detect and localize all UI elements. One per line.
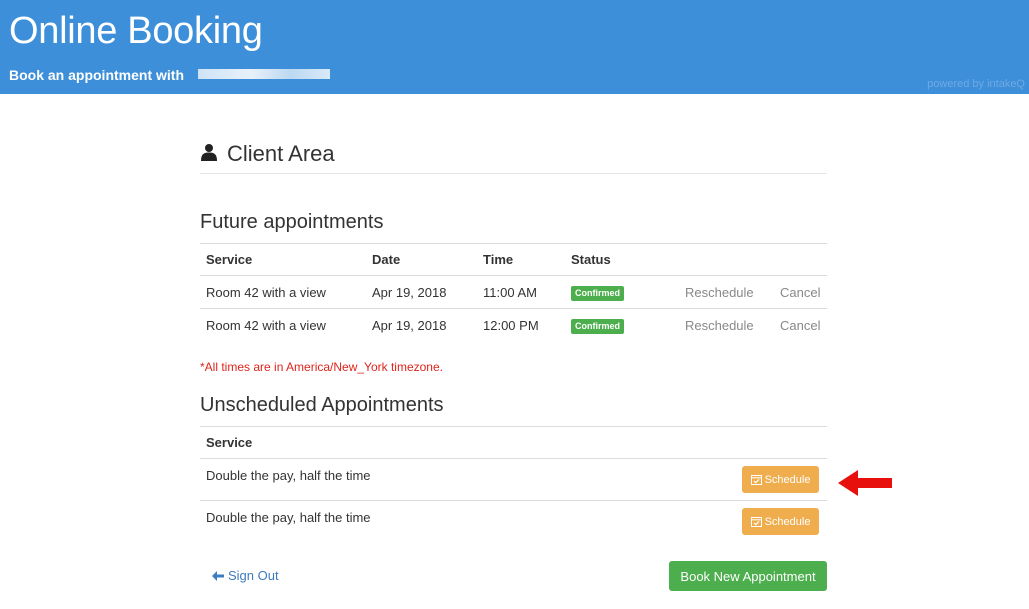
site-title: Online Booking — [9, 10, 263, 52]
row-service: Room 42 with a view — [200, 308, 366, 342]
row-service: Room 42 with a view — [200, 275, 366, 309]
powered-by-label[interactable]: powered by intakeQ — [927, 78, 1025, 90]
col-service: Service — [200, 243, 366, 276]
row-time: 12:00 PM — [477, 308, 565, 342]
col-reschedule — [679, 243, 774, 276]
reschedule-link[interactable]: Reschedule — [679, 308, 774, 342]
calendar-check-icon — [750, 517, 762, 527]
reschedule-link[interactable]: Reschedule — [679, 275, 774, 309]
sign-out-label: Sign Out — [228, 568, 279, 583]
client-area-title: Client Area — [227, 141, 335, 166]
row-date: Apr 19, 2018 — [366, 308, 477, 342]
table-row: Room 42 with a view Apr 19, 2018 12:00 P… — [200, 308, 827, 342]
client-area-heading: Client Area — [200, 141, 827, 174]
row-date: Apr 19, 2018 — [366, 275, 477, 309]
calendar-check-icon — [750, 475, 762, 485]
col-service: Service — [200, 426, 827, 459]
red-arrow-annotation-icon — [838, 470, 892, 496]
redacted-provider-name — [198, 69, 330, 79]
col-time: Time — [477, 243, 565, 276]
col-status: Status — [565, 243, 679, 276]
future-appointments-title: Future appointments — [200, 211, 384, 233]
row-status: Confirmed — [565, 308, 679, 342]
status-badge: Confirmed — [571, 285, 624, 301]
schedule-button-label: Schedule — [764, 473, 811, 486]
row-status: Confirmed — [565, 275, 679, 309]
unscheduled-row-cell: Double the pay, half the time Schedule — [200, 500, 827, 543]
col-cancel — [774, 243, 827, 276]
table-row: Double the pay, half the time Schedule — [200, 500, 827, 543]
unscheduled-appointments-table: Service Double the pay, half the time Sc… — [200, 426, 827, 543]
site-subtitle: Book an appointment with — [9, 67, 184, 83]
timezone-note: *All times are in America/New_York timez… — [200, 360, 443, 374]
status-badge: Confirmed — [571, 318, 624, 334]
cancel-link[interactable]: Cancel — [774, 308, 827, 342]
unscheduled-appointments-title: Unscheduled Appointments — [200, 394, 444, 416]
unscheduled-row-cell: Double the pay, half the time Schedule — [200, 458, 827, 501]
table-header-row: Service — [200, 426, 827, 459]
site-header: Online Booking Book an appointment with … — [0, 0, 1029, 94]
schedule-button[interactable]: Schedule — [742, 508, 819, 535]
user-icon — [201, 144, 217, 161]
cancel-link[interactable]: Cancel — [774, 275, 827, 309]
schedule-button[interactable]: Schedule — [742, 466, 819, 493]
table-row: Room 42 with a view Apr 19, 2018 11:00 A… — [200, 275, 827, 309]
table-header-row: Service Date Time Status — [200, 243, 827, 276]
table-row: Double the pay, half the time Schedule — [200, 458, 827, 501]
col-date: Date — [366, 243, 477, 276]
row-service: Double the pay, half the time — [206, 468, 371, 483]
row-service: Double the pay, half the time — [206, 510, 371, 525]
row-time: 11:00 AM — [477, 275, 565, 309]
arrow-left-icon — [212, 570, 224, 581]
future-appointments-table: Service Date Time Status Room 42 with a … — [200, 243, 827, 342]
book-new-appointment-button[interactable]: Book New Appointment — [669, 561, 827, 591]
sign-out-link[interactable]: Sign Out — [212, 568, 279, 583]
schedule-button-label: Schedule — [764, 515, 811, 528]
